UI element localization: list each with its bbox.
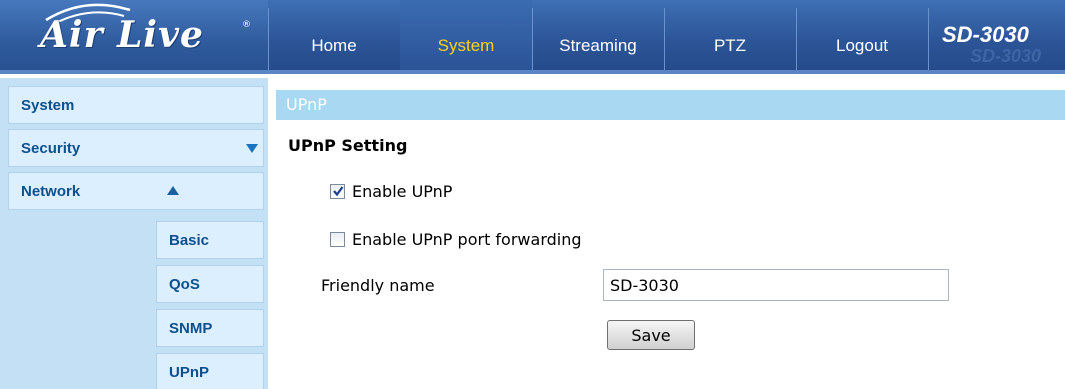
sidebar-subitem-label: UPnP bbox=[169, 364, 210, 381]
checkmark-icon bbox=[333, 186, 344, 197]
sidebar-subitem-label: QoS bbox=[169, 276, 200, 293]
brand-logo: Air Live ® bbox=[0, 0, 268, 74]
tab-system[interactable]: System bbox=[400, 0, 532, 74]
logo-text: Air Live bbox=[40, 14, 204, 56]
friendly-name-label: Friendly name bbox=[321, 276, 435, 295]
sidebar-subitem-label: Basic bbox=[169, 232, 210, 249]
header-accent-line bbox=[0, 70, 1065, 74]
sidebar-subitem-upnp[interactable]: UPnP bbox=[156, 353, 264, 389]
enable-upnp-label: Enable UPnP bbox=[352, 182, 453, 201]
nav-separator bbox=[928, 8, 929, 70]
save-button[interactable]: Save bbox=[607, 320, 695, 350]
header-bar: Air Live ® Home System Streaming PTZ Log… bbox=[0, 0, 1065, 74]
enable-port-forwarding-label: Enable UPnP port forwarding bbox=[352, 230, 582, 249]
sidebar-item-network[interactable]: Network bbox=[8, 172, 264, 210]
sidebar-subitem-basic[interactable]: Basic bbox=[156, 221, 264, 259]
section-title-bar: UPnP bbox=[276, 90, 1065, 120]
sidebar-item-label: Security bbox=[21, 140, 81, 157]
arrow-up-icon bbox=[167, 186, 179, 195]
sidebar-item-system[interactable]: System bbox=[8, 86, 264, 124]
sidebar-subitem-qos[interactable]: QoS bbox=[156, 265, 264, 303]
tab-ptz[interactable]: PTZ bbox=[664, 0, 796, 74]
sidebar: System Security Network Basic QoS SNMP U… bbox=[0, 78, 268, 389]
sidebar-item-security[interactable]: Security bbox=[8, 129, 264, 167]
sidebar-subitem-label: SNMP bbox=[169, 320, 213, 337]
page-heading: UPnP Setting bbox=[288, 136, 408, 155]
sidebar-item-label: System bbox=[21, 97, 75, 114]
section-title: UPnP bbox=[286, 95, 327, 114]
arrow-down-icon bbox=[246, 144, 258, 153]
tab-logout[interactable]: Logout bbox=[796, 0, 928, 74]
enable-port-forwarding-checkbox[interactable] bbox=[330, 232, 345, 247]
tab-home[interactable]: Home bbox=[268, 0, 400, 74]
model-name: SD-3030 bbox=[942, 22, 1029, 47]
model-watermark: SD-3030 bbox=[970, 46, 1042, 66]
friendly-name-input[interactable] bbox=[603, 269, 949, 301]
tab-streaming[interactable]: Streaming bbox=[532, 0, 664, 74]
sidebar-item-label: Network bbox=[21, 183, 81, 200]
registered-mark: ® bbox=[242, 20, 251, 30]
sidebar-subitem-snmp[interactable]: SNMP bbox=[156, 309, 264, 347]
enable-upnp-checkbox[interactable] bbox=[330, 184, 345, 199]
